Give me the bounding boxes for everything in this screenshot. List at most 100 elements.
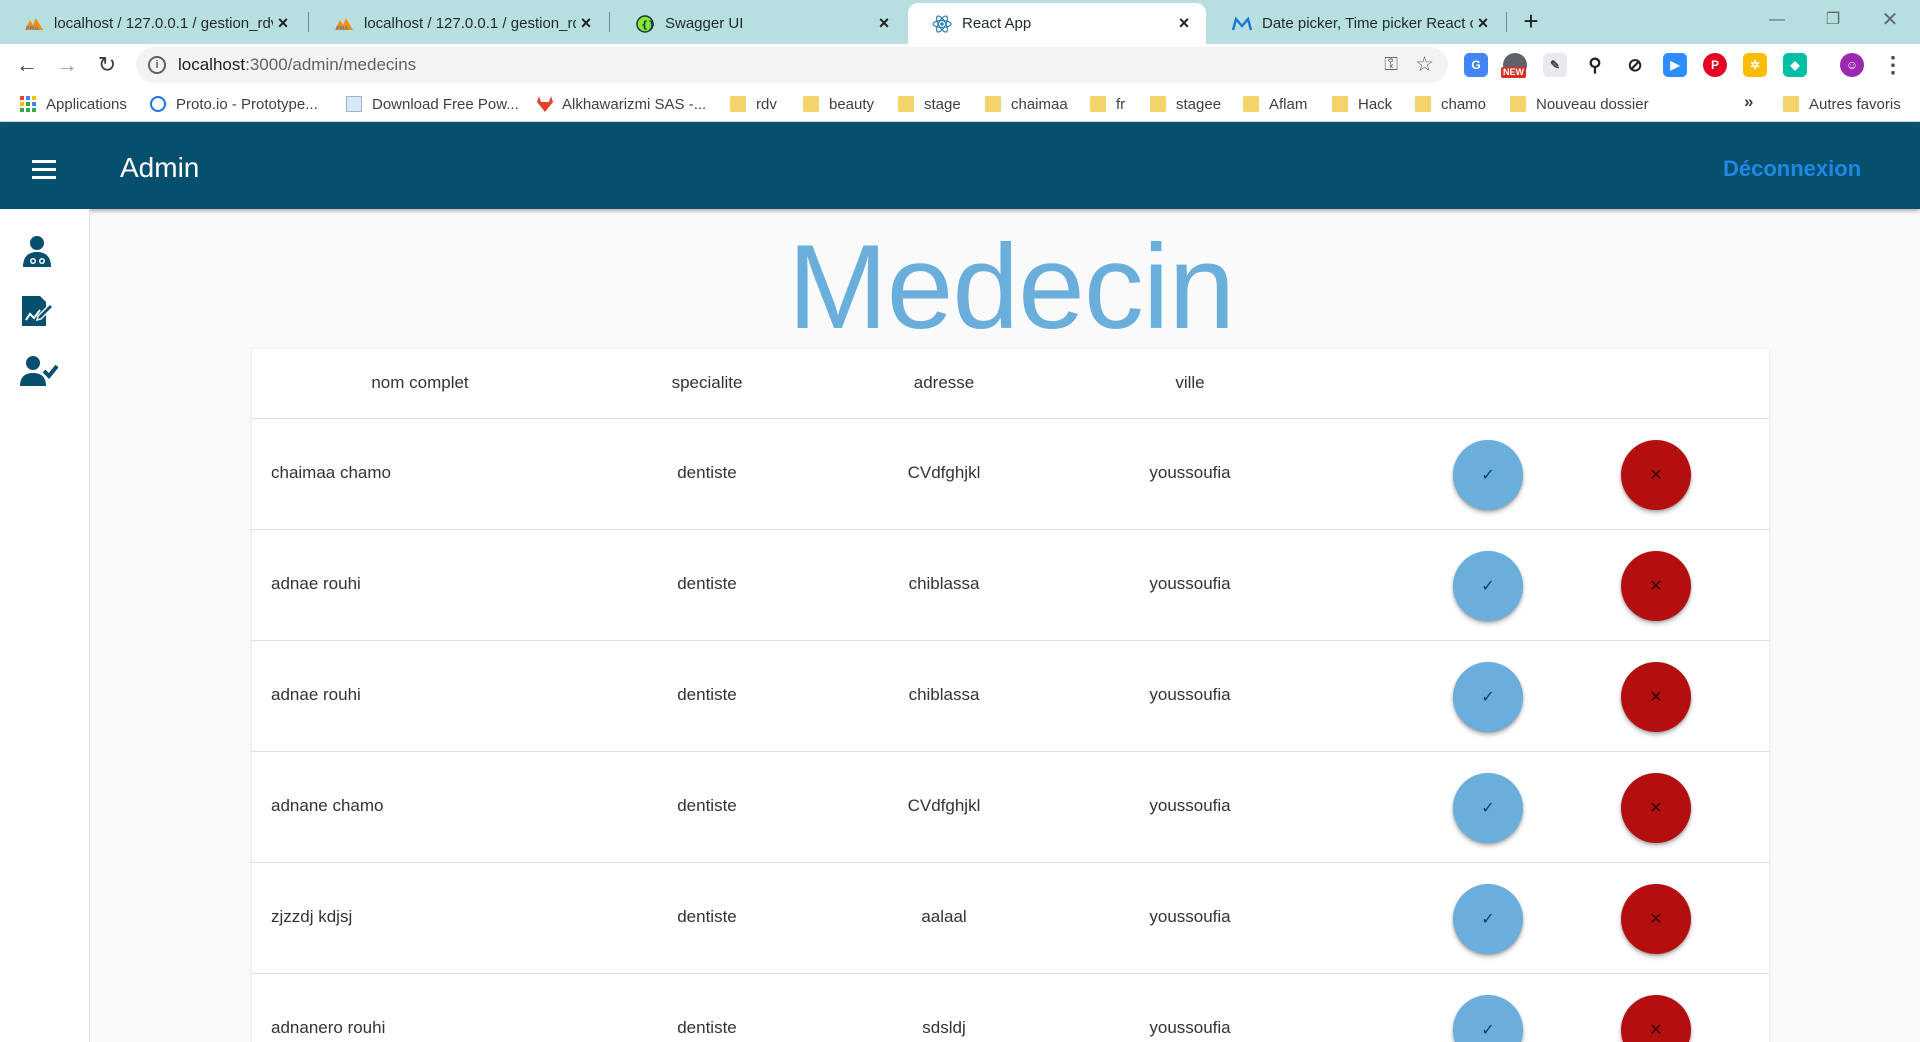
- column-header-specialite: specialite: [671, 373, 743, 392]
- close-icon: ✕: [1649, 467, 1663, 484]
- accept-button[interactable]: ✓: [1453, 662, 1523, 732]
- new-tab-button[interactable]: +: [1515, 6, 1547, 38]
- cell-adresse: CVdfghjkl: [907, 796, 981, 815]
- tab-title: localhost / 127.0.0.1 / gestion_rdv: [54, 15, 273, 32]
- accept-button[interactable]: ✓: [1453, 884, 1523, 954]
- folder-icon: [1090, 96, 1106, 112]
- cell-ville: youssoufia: [1149, 796, 1231, 815]
- tab-divider: [1506, 12, 1507, 32]
- check-icon: ✓: [1481, 689, 1495, 706]
- reject-button[interactable]: ✕: [1621, 551, 1691, 621]
- bookmark-folder-aflam[interactable]: Aflam: [1243, 94, 1307, 114]
- forward-arrow-icon[interactable]: →: [51, 49, 83, 81]
- folder-icon: [985, 96, 1001, 112]
- url-text[interactable]: localhost:3000/admin/medecins: [178, 55, 416, 75]
- bookmark-proto[interactable]: Proto.io - Prototype...: [150, 94, 318, 114]
- browser-menu-icon[interactable]: ⋮: [1882, 52, 1904, 78]
- table-row: zjzzdj kdjsj dentiste aalaal youssoufia …: [252, 863, 1769, 974]
- browser-tab-phpmyadmin-1[interactable]: PMA localhost / 127.0.0.1 / gestion_rdv …: [0, 3, 305, 44]
- pinterest-extension-icon[interactable]: P: [1703, 53, 1727, 77]
- bookmark-folder-chaimaa[interactable]: chaimaa: [985, 94, 1068, 114]
- address-bar[interactable]: i localhost:3000/admin/medecins ⚿ ☆: [136, 47, 1448, 83]
- check-icon: ✓: [1481, 911, 1495, 928]
- browser-tab-date-picker[interactable]: Date picker, Time picker React co ×: [1208, 3, 1505, 44]
- reject-button[interactable]: ✕: [1621, 995, 1691, 1042]
- close-window-icon[interactable]: ✕: [1860, 4, 1920, 36]
- close-tab-icon[interactable]: ×: [1473, 13, 1493, 34]
- bookmark-label: Proto.io - Prototype...: [176, 95, 318, 113]
- close-tab-icon[interactable]: ×: [1174, 13, 1194, 34]
- cell-ville: youssoufia: [1149, 685, 1231, 704]
- bookmark-folder-beauty[interactable]: beauty: [803, 94, 874, 114]
- close-icon: ✕: [1649, 911, 1663, 928]
- accept-button[interactable]: ✓: [1453, 773, 1523, 843]
- bookmark-folder-autres-favoris[interactable]: Autres favoris: [1783, 94, 1901, 114]
- reject-button[interactable]: ✕: [1621, 773, 1691, 843]
- key-icon[interactable]: ⚿: [1384, 54, 1398, 75]
- bookmark-folder-stagee[interactable]: stagee: [1150, 94, 1221, 114]
- more-bookmarks-icon[interactable]: »: [1744, 92, 1753, 112]
- eyedropper-extension-icon[interactable]: ✎: [1543, 53, 1567, 77]
- new-extension-icon[interactable]: NEW: [1501, 53, 1527, 78]
- bookmark-folder-fr[interactable]: fr: [1090, 94, 1125, 114]
- medecins-table: nom complet specialite adresse ville cha…: [252, 349, 1769, 1042]
- bookmark-folder-nouveau-dossier[interactable]: Nouveau dossier: [1510, 94, 1649, 114]
- browser-tab-react-app[interactable]: React App ×: [908, 3, 1206, 44]
- cell-ville: youssoufia: [1149, 907, 1231, 926]
- accept-button[interactable]: ✓: [1453, 440, 1523, 510]
- menu-icon[interactable]: [32, 160, 56, 184]
- bookmark-download[interactable]: Download Free Pow...: [346, 94, 519, 114]
- bookmark-folder-rdv[interactable]: rdv: [730, 94, 777, 114]
- browser-tab-swagger[interactable]: {} Swagger UI ×: [611, 3, 906, 44]
- tab-divider: [609, 12, 610, 32]
- zoom-extension-icon[interactable]: ▶: [1663, 53, 1687, 77]
- accept-button[interactable]: ✓: [1453, 995, 1523, 1042]
- bookmark-folder-hack[interactable]: Hack: [1332, 94, 1392, 114]
- bookmark-label: Applications: [46, 95, 127, 113]
- bookmark-label: chamo: [1441, 95, 1487, 113]
- browser-tab-phpmyadmin-2[interactable]: PMA localhost / 127.0.0.1 / gestion_rdv …: [310, 3, 608, 44]
- cell-specialite: dentiste: [677, 685, 737, 704]
- accept-button[interactable]: ✓: [1453, 551, 1523, 621]
- url-host: localhost: [178, 55, 246, 74]
- close-tab-icon[interactable]: ×: [576, 13, 596, 34]
- profile-avatar[interactable]: ☺: [1840, 53, 1864, 77]
- column-header-adresse: adresse: [913, 373, 975, 392]
- bookmark-label: stagee: [1176, 95, 1222, 113]
- cell-specialite: dentiste: [677, 574, 737, 593]
- bookmark-label: rdv: [756, 95, 777, 113]
- tab-divider: [308, 12, 309, 32]
- table-row: adnanero rouhi dentiste sdsldj youssoufi…: [252, 974, 1769, 1042]
- reload-icon[interactable]: ↻: [91, 49, 123, 81]
- search-extension-icon[interactable]: ⚲: [1583, 53, 1607, 77]
- bookmark-folder-stage[interactable]: stage: [898, 94, 961, 114]
- minimize-window-icon[interactable]: —: [1747, 4, 1807, 36]
- react-icon: [932, 14, 952, 34]
- bookmark-alkhawarizmi[interactable]: Alkhawarizmi SAS -...: [536, 94, 706, 114]
- mdb-icon: [1232, 14, 1252, 34]
- logout-button[interactable]: Déconnexion: [1723, 156, 1861, 182]
- site-info-icon[interactable]: i: [148, 56, 166, 74]
- restore-window-icon[interactable]: ❐: [1803, 4, 1863, 36]
- translate-extension-icon[interactable]: G: [1464, 53, 1488, 77]
- app-header: Admin Déconnexion: [0, 122, 1920, 209]
- reject-button[interactable]: ✕: [1621, 440, 1691, 510]
- bookmarks-bar: Applications Proto.io - Prototype... Dow…: [0, 86, 1920, 122]
- link-extension-icon[interactable]: ⊘: [1623, 53, 1647, 77]
- close-tab-icon[interactable]: ×: [273, 13, 293, 34]
- user-check-icon[interactable]: [20, 354, 59, 388]
- reject-button[interactable]: ✕: [1621, 884, 1691, 954]
- cube-extension-icon[interactable]: ◆: [1783, 53, 1807, 77]
- bookmark-label: fr: [1116, 95, 1126, 113]
- bookmark-star-icon[interactable]: ☆: [1415, 52, 1434, 77]
- table-header: nom complet specialite adresse ville: [252, 349, 1769, 419]
- close-icon: ✕: [1649, 800, 1663, 817]
- bookmark-folder-chamo[interactable]: chamo: [1415, 94, 1486, 114]
- grid-extension-icon[interactable]: ✲: [1743, 53, 1767, 77]
- reject-button[interactable]: ✕: [1621, 662, 1691, 732]
- bookmark-applications[interactable]: Applications: [20, 94, 127, 114]
- tab-title: Date picker, Time picker React co: [1262, 15, 1473, 32]
- close-tab-icon[interactable]: ×: [874, 13, 894, 34]
- proto-icon: [150, 96, 166, 112]
- back-arrow-icon[interactable]: ←: [11, 49, 43, 81]
